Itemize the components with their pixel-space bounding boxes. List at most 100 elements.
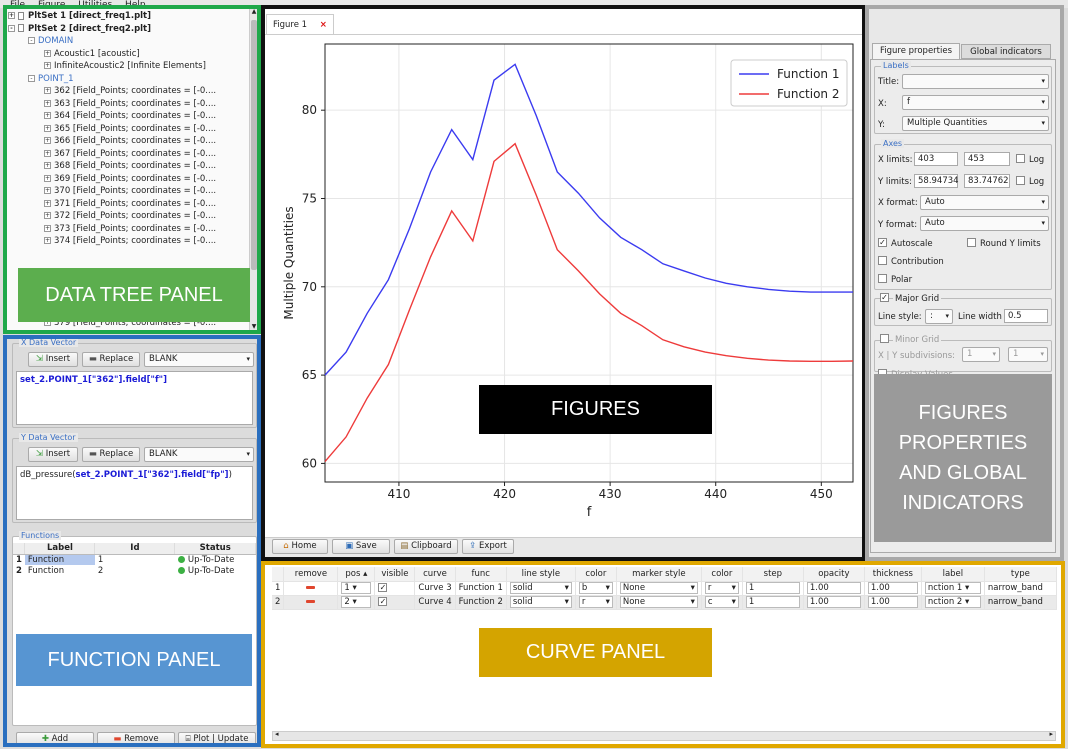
tab-global-indicators[interactable]: Global indicators — [961, 44, 1051, 59]
xlim-max-field[interactable]: 453 — [964, 152, 1010, 166]
y-replace-button[interactable]: ▬ Replace — [82, 447, 140, 462]
col-remove[interactable]: remove — [283, 567, 339, 582]
y-expression-field[interactable]: dB_pressure(set_2.POINT_1["362"].field["… — [16, 466, 253, 520]
remove-curve-icon[interactable] — [306, 600, 316, 603]
expand-icon[interactable]: + — [44, 162, 51, 169]
x-select[interactable]: f ▾ — [902, 95, 1049, 110]
col-visible[interactable]: visible — [374, 567, 416, 582]
col-func[interactable]: func — [455, 567, 507, 582]
col-pos[interactable]: pos ▴ — [337, 567, 376, 582]
tree-item[interactable]: +372 [Field_Points; coordinates = [-0...… — [6, 210, 258, 223]
expand-icon[interactable]: + — [44, 174, 51, 182]
menu-figure[interactable]: Figure — [38, 0, 65, 9]
round-y-checkbox[interactable] — [967, 238, 976, 247]
menu-help[interactable]: Help — [125, 0, 146, 9]
minor-grid-checkbox[interactable] — [880, 334, 889, 343]
tree-item[interactable]: +371 [Field_Points; coordinates = [-0...… — [6, 198, 258, 211]
title-select[interactable]: ▾ — [902, 74, 1049, 89]
x-expression-field[interactable]: set_2.POINT_1["362"].field["f"] — [16, 371, 253, 425]
add-function-button[interactable]: ✚ Add — [16, 732, 94, 747]
menu-file[interactable]: File — [10, 0, 25, 9]
tab-figure-properties[interactable]: Figure properties — [872, 43, 960, 59]
tree-item[interactable]: +370 [Field_Points; coordinates = [-0...… — [6, 185, 258, 198]
expand-icon[interactable]: + — [44, 87, 51, 94]
figure-tab[interactable]: Figure 1 × — [266, 14, 334, 34]
col-color[interactable]: color — [575, 567, 617, 582]
ylim-min-field[interactable]: 58.94734 — [914, 174, 959, 188]
y-select[interactable]: Multiple Quantities ▾ — [902, 116, 1049, 131]
ylim-max-field[interactable]: 83.74762 — [964, 174, 1010, 188]
expand-icon[interactable]: + — [44, 224, 51, 232]
expand-icon[interactable]: + — [44, 99, 51, 107]
tree-item[interactable]: +365 [Field_Points; coordinates = [-0...… — [6, 123, 258, 136]
tree-item[interactable]: +366 [Field_Points; coordinates = [-0...… — [6, 135, 258, 148]
curve-row[interactable]: 1 1 ▾ ✓ Curve 3 Function 1 solid ▾ b ▾ N… — [272, 581, 1057, 596]
subdiv-x-select[interactable]: 1 ▾ — [962, 347, 1000, 362]
home-button[interactable]: ⌂ Home — [272, 539, 328, 554]
tree-item[interactable]: - POINT_1 — [6, 73, 258, 86]
tree-item[interactable]: - PltSet 2 [direct_freq2.plt] — [6, 23, 258, 36]
y-mode-select[interactable]: BLANK ▾ — [144, 447, 254, 462]
tree-item[interactable]: + InfiniteAcoustic2 [Infinite Elements] — [6, 60, 258, 73]
expand-icon[interactable]: + — [44, 212, 51, 219]
y-insert-button[interactable]: ⇲ Insert — [28, 447, 78, 462]
col-thickness[interactable]: thickness — [864, 567, 922, 582]
tree-item[interactable]: + Acoustic1 [acoustic] — [6, 48, 258, 61]
major-grid-checkbox[interactable]: ✓ — [880, 293, 889, 302]
polar-checkbox[interactable] — [878, 274, 887, 283]
tree-item[interactable]: +363 [Field_Points; coordinates = [-0...… — [6, 98, 258, 111]
menu-utilities[interactable]: Utilities — [78, 0, 112, 9]
remove-function-button[interactable]: ▬ Remove — [97, 732, 175, 747]
expand-icon[interactable]: + — [44, 112, 51, 119]
expand-icon[interactable]: + — [8, 12, 15, 19]
expand-icon[interactable]: + — [44, 199, 51, 207]
visible-checkbox[interactable]: ✓ — [378, 597, 388, 606]
visible-checkbox[interactable]: ✓ — [378, 583, 388, 592]
expand-icon[interactable]: + — [44, 124, 51, 132]
x-insert-button[interactable]: ⇲ Insert — [28, 352, 78, 367]
expand-icon[interactable]: + — [44, 137, 51, 144]
tree-item[interactable]: +369 [Field_Points; coordinates = [-0...… — [6, 173, 258, 186]
col-label[interactable]: Label — [24, 543, 96, 555]
collapse-icon[interactable]: - — [28, 74, 35, 82]
collapse-icon[interactable]: - — [28, 37, 35, 44]
col-line-style[interactable]: line style — [506, 567, 576, 582]
function-row[interactable]: 2 Function 2 Up-To-Date — [13, 565, 256, 576]
col-label[interactable]: label — [921, 567, 985, 582]
yformat-select[interactable]: Auto ▾ — [920, 216, 1049, 231]
xlim-min-field[interactable]: 403 — [914, 152, 958, 166]
tree-item[interactable]: +373 [Field_Points; coordinates = [-0...… — [6, 223, 258, 236]
col-opacity[interactable]: opacity — [803, 567, 865, 582]
ylog-checkbox[interactable] — [1016, 176, 1025, 185]
tree-item[interactable]: +362 [Field_Points; coordinates = [-0...… — [6, 85, 258, 98]
save-button[interactable]: ▣ Save — [332, 539, 390, 554]
xformat-select[interactable]: Auto ▾ — [920, 195, 1049, 210]
tree-scrollbar[interactable]: ▲ ▼ — [249, 8, 258, 330]
function-row[interactable]: 1 Function 1 Up-To-Date — [13, 554, 256, 565]
curve-h-scrollbar[interactable]: ◂ ▸ — [272, 730, 1056, 741]
tree-item[interactable]: +374 [Field_Points; coordinates = [-0...… — [6, 235, 258, 248]
tree-item[interactable]: +364 [Field_Points; coordinates = [-0...… — [6, 110, 258, 123]
expand-icon[interactable]: + — [44, 237, 51, 244]
col-step[interactable]: step — [742, 567, 804, 582]
expand-icon[interactable]: + — [44, 49, 51, 57]
tree-item[interactable]: - DOMAIN — [6, 35, 258, 48]
x-replace-button[interactable]: ▬ Replace — [82, 352, 140, 367]
autoscale-checkbox[interactable]: ✓ — [878, 238, 887, 247]
tree-item[interactable]: + PltSet 1 [direct_freq1.plt] — [6, 10, 258, 23]
expand-icon[interactable]: + — [44, 62, 51, 69]
col-status[interactable]: Status — [174, 543, 256, 555]
remove-curve-icon[interactable] — [306, 586, 316, 589]
col-type[interactable]: type — [984, 567, 1057, 582]
line-style-select[interactable]: : ▾ — [925, 309, 953, 324]
collapse-icon[interactable]: - — [8, 24, 15, 32]
export-button[interactable]: ⇪ Export — [462, 539, 514, 554]
expand-icon[interactable]: + — [44, 187, 51, 194]
plot-update-button[interactable]: ⌸ Plot | Update — [178, 732, 256, 747]
col-marker-color[interactable]: color — [701, 567, 743, 582]
subdiv-y-select[interactable]: 1 ▾ — [1008, 347, 1048, 362]
close-tab-icon[interactable]: × — [320, 20, 327, 30]
curve-row[interactable]: 2 2 ▾ ✓ Curve 4 Function 2 solid ▾ r ▾ N… — [272, 595, 1057, 610]
xlog-checkbox[interactable] — [1016, 154, 1025, 163]
col-marker-style[interactable]: marker style — [616, 567, 702, 582]
